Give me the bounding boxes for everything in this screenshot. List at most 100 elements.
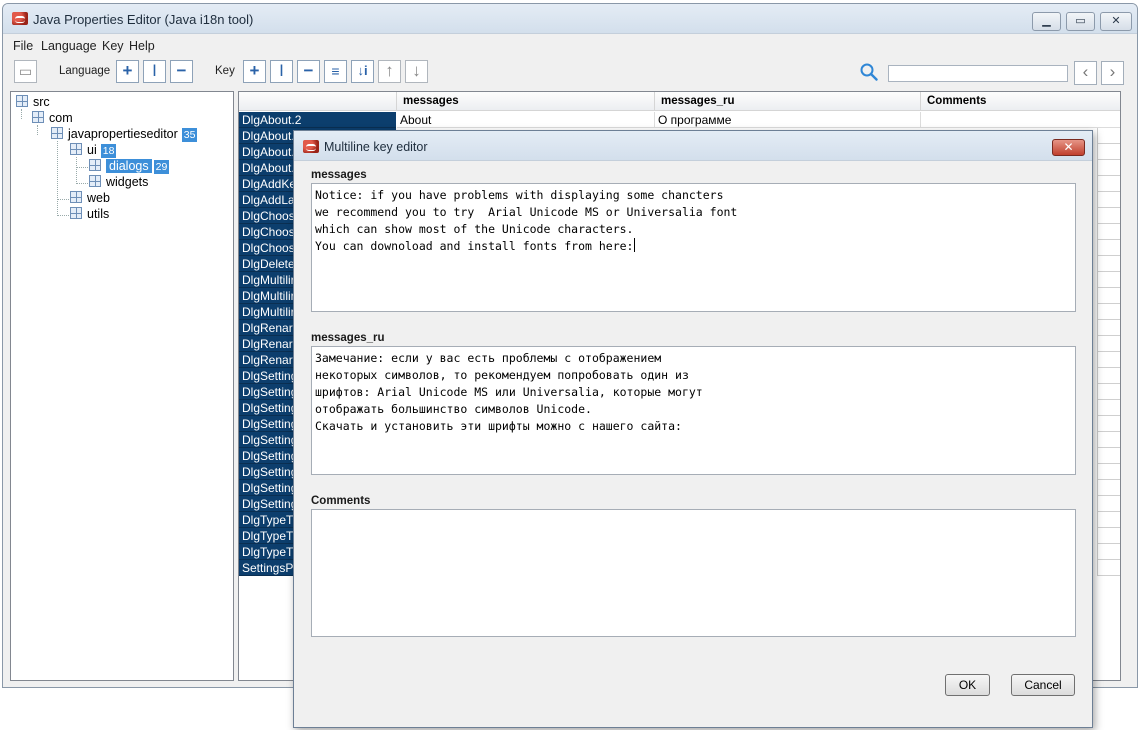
search-input[interactable] [888, 65, 1068, 82]
add-key-button[interactable]: + [243, 60, 266, 83]
tree-node-src[interactable]: src [16, 95, 50, 111]
table-row-cell[interactable] [1097, 240, 1120, 256]
tree-node-ui[interactable]: ui 18 [70, 143, 117, 159]
table-row-cell[interactable] [1097, 272, 1120, 288]
minimize-button[interactable]: ▁ [1032, 12, 1061, 31]
tree-node-label: utils [87, 207, 110, 221]
messages-ru-text: Замечание: если у вас есть проблемы с от… [315, 351, 703, 433]
key-label: Key [215, 65, 235, 77]
ok-button[interactable]: OK [945, 674, 990, 696]
messages-label: messages [311, 169, 367, 181]
tree-node-com[interactable]: com [32, 111, 73, 127]
table-row-key[interactable]: DlgAbout.2 [239, 112, 396, 128]
sort-keys-button[interactable]: ↓i [351, 60, 374, 83]
table-row-cell[interactable] [1097, 256, 1120, 272]
table-row-cell[interactable] [1097, 448, 1120, 464]
table-row-cell[interactable] [1097, 512, 1120, 528]
tree-node-widgets[interactable]: widgets [89, 175, 148, 191]
count-badge: 35 [181, 128, 198, 142]
package-icon [70, 143, 82, 155]
search-next-button[interactable]: › [1101, 61, 1124, 85]
messages-text: Notice: if you have problems with displa… [315, 188, 738, 253]
messages-textarea[interactable]: Notice: if you have problems with displa… [311, 183, 1076, 312]
package-icon [89, 175, 101, 187]
table-row-cell[interactable] [1097, 336, 1120, 352]
column-header-messages-ru[interactable]: messages_ru [655, 92, 921, 111]
table-row-cell[interactable] [1097, 416, 1120, 432]
maximize-button[interactable]: ▭ [1066, 12, 1095, 31]
tree-node-label: ui [87, 143, 97, 157]
table-row-cell[interactable] [1097, 432, 1120, 448]
add-language-button[interactable]: + [116, 60, 139, 83]
toolbar: ▭ Language + I − Key + I − ≡ ↓i ↑ ↓ ‹ › [3, 57, 1137, 89]
comments-label: Comments [311, 495, 371, 507]
dialog-close-button[interactable]: ✕ [1052, 139, 1085, 156]
close-button[interactable]: ✕ [1100, 12, 1132, 31]
title-bar[interactable]: Java Properties Editor (Java i18n tool) … [3, 4, 1137, 34]
cancel-button[interactable]: Cancel [1011, 674, 1075, 696]
menu-language[interactable]: Language [41, 39, 97, 53]
table-row-cell[interactable] [1097, 496, 1120, 512]
table-row-cell[interactable] [1097, 224, 1120, 240]
tree-node-label: src [33, 95, 50, 109]
rename-key-button[interactable]: I [270, 60, 293, 83]
table-row-cell[interactable] [1097, 352, 1120, 368]
tree-node-label: dialogs [106, 159, 152, 173]
move-up-button[interactable]: ↑ [378, 60, 401, 83]
tree-node-javapropertieseditor[interactable]: javapropertieseditor 35 [51, 127, 198, 143]
multiline-edit-button[interactable]: ≡ [324, 60, 347, 83]
table-cell-messages[interactable]: About [397, 112, 655, 128]
table-row-cell[interactable] [1097, 368, 1120, 384]
menu-help[interactable]: Help [129, 39, 155, 53]
messages-ru-label: messages_ru [311, 332, 385, 344]
delete-language-button[interactable]: − [170, 60, 193, 83]
tree-node-dialogs[interactable]: dialogs 29 [89, 159, 170, 175]
tree-node-label: com [49, 111, 73, 125]
table-row-cell[interactable] [1097, 144, 1120, 160]
table-row-cell[interactable] [1097, 464, 1120, 480]
app-logo-icon [12, 12, 28, 25]
table-row-cell[interactable] [1097, 560, 1120, 576]
package-icon [70, 207, 82, 219]
multiline-key-editor-dialog: Multiline key editor ✕ messages Notice: … [293, 130, 1093, 728]
delete-key-button[interactable]: − [297, 60, 320, 83]
table-row-cell[interactable] [1097, 160, 1120, 176]
table-row-cell[interactable] [1097, 400, 1120, 416]
table-row-cell[interactable] [1097, 544, 1120, 560]
column-header-messages[interactable]: messages [397, 92, 655, 111]
table-row-cell[interactable] [1097, 128, 1120, 144]
comments-textarea[interactable] [311, 509, 1076, 637]
move-down-button[interactable]: ↓ [405, 60, 428, 83]
table-cell-comments[interactable] [921, 112, 1120, 128]
table-row-cell[interactable] [1097, 192, 1120, 208]
tree-node-utils[interactable]: utils [70, 207, 109, 223]
table-row-cell[interactable] [1097, 304, 1120, 320]
table-row-cell[interactable] [1097, 384, 1120, 400]
table-row-cell[interactable] [1097, 176, 1120, 192]
key-column-header[interactable] [239, 92, 397, 111]
save-button[interactable]: ▭ [14, 60, 37, 83]
menu-file[interactable]: File [13, 39, 33, 53]
search-icon[interactable] [860, 63, 878, 81]
column-header-comments[interactable]: Comments [921, 92, 1120, 111]
table-cell-messages-ru[interactable]: О программе [655, 112, 921, 128]
language-label: Language [59, 65, 111, 77]
dialog-title-bar[interactable]: Multiline key editor ✕ [294, 131, 1092, 161]
dialog-title: Multiline key editor [324, 140, 428, 154]
table-row-cell[interactable] [1097, 288, 1120, 304]
package-tree[interactable]: src com javapropertieseditor 35 ui 18 dial… [10, 91, 234, 681]
table-row-cell[interactable] [1097, 480, 1120, 496]
package-icon [16, 95, 28, 107]
rename-language-button[interactable]: I [143, 60, 166, 83]
app-logo-icon [303, 140, 319, 153]
menu-key[interactable]: Key [102, 39, 124, 53]
table-row-cell[interactable] [1097, 528, 1120, 544]
search-previous-button[interactable]: ‹ [1074, 61, 1097, 85]
table-row-cell[interactable] [1097, 320, 1120, 336]
tree-connector [76, 157, 77, 184]
table-row-cell[interactable] [1097, 208, 1120, 224]
messages-ru-textarea[interactable]: Замечание: если у вас есть проблемы с от… [311, 346, 1076, 475]
tree-node-web[interactable]: web [70, 191, 110, 207]
text-caret [633, 238, 635, 252]
table-header: messages messages_ru Comments [239, 92, 1120, 111]
